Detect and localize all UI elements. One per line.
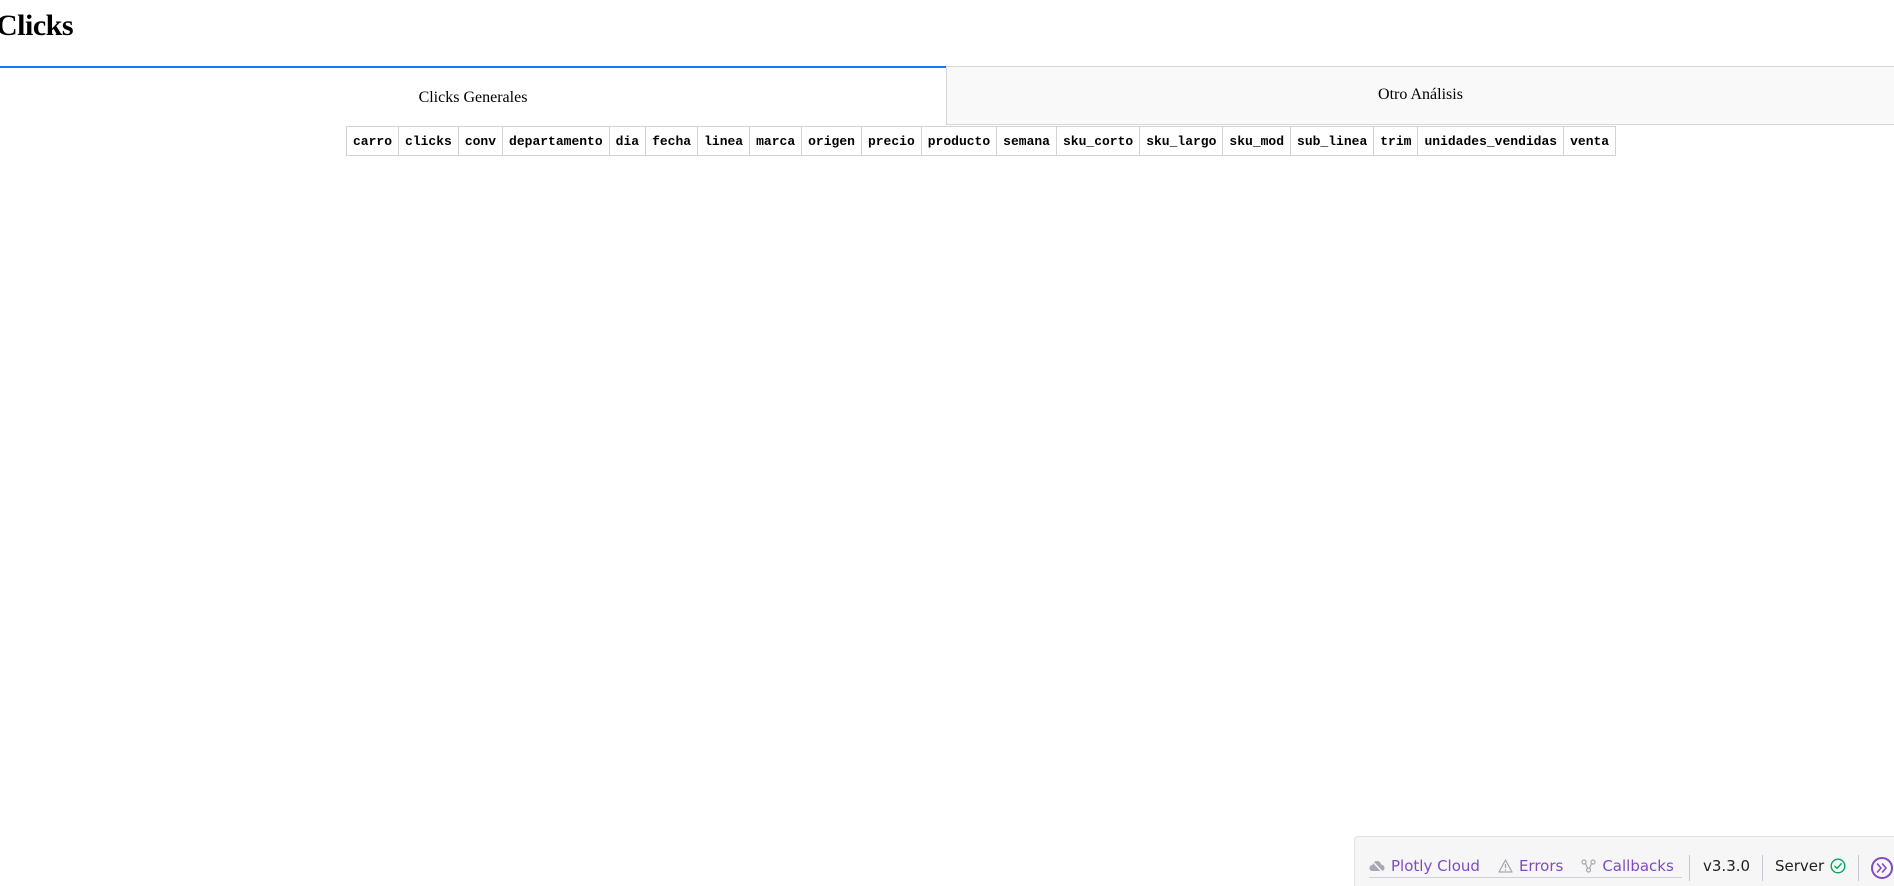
version-label: v3.3.0 (1703, 857, 1751, 875)
column-header-dia[interactable]: dia (608, 126, 647, 156)
column-header-unidades-vendidas[interactable]: unidades_vendidas (1417, 126, 1565, 156)
column-header-semana[interactable]: semana (996, 126, 1057, 156)
column-header-departamento[interactable]: departamento (502, 126, 610, 156)
callbacks-label: Callbacks (1602, 857, 1674, 875)
column-header-clicks[interactable]: clicks (398, 126, 459, 156)
plotly-cloud-label: Plotly Cloud (1391, 857, 1480, 875)
column-header-carro[interactable]: carro (345, 126, 400, 156)
column-header-conv[interactable]: conv (457, 126, 504, 156)
warning-icon (1498, 859, 1513, 873)
data-table: carro clicks conv departamento dia fecha linea… (345, 126, 1617, 156)
dash-debug-menu: Plotly Cloud Errors Callbacks v3.3.0 Ser… (1354, 836, 1894, 886)
errors-button[interactable]: Errors (1498, 857, 1563, 875)
check-circle-icon (1830, 858, 1846, 874)
divider (1689, 855, 1690, 881)
column-header-fecha[interactable]: fecha (645, 126, 699, 156)
column-header-venta[interactable]: venta (1563, 126, 1617, 156)
column-header-sku-mod[interactable]: sku_mod (1222, 126, 1292, 156)
callbacks-button[interactable]: Callbacks (1581, 857, 1674, 875)
column-header-linea[interactable]: linea (697, 126, 751, 156)
errors-label: Errors (1518, 857, 1564, 875)
double-chevron-right-icon (1876, 863, 1887, 873)
server-status: Server (1775, 857, 1846, 875)
column-header-sku-largo[interactable]: sku_largo (1139, 126, 1224, 156)
divider (1762, 855, 1763, 881)
tab-label: Otro Análisis (1378, 85, 1463, 103)
divider (1858, 855, 1859, 881)
data-table-container: carro clicks conv departamento dia fecha linea… (345, 126, 1617, 156)
table-header-row: carro clicks conv departamento dia fecha linea… (345, 126, 1617, 156)
tab-otro-analisis[interactable]: Otro Análisis (946, 66, 1894, 125)
column-header-origen[interactable]: origen (801, 126, 862, 156)
cloud-icon (1369, 860, 1385, 872)
collapse-debug-menu-button[interactable] (1871, 857, 1893, 879)
tab-clicks-generales[interactable]: Clicks Generales (0, 66, 946, 125)
debug-menu-items: Plotly Cloud Errors Callbacks (1369, 857, 1682, 878)
page-title: Clicks (0, 9, 74, 42)
tab-label: Clicks Generales (418, 88, 528, 106)
column-header-producto[interactable]: producto (920, 126, 998, 156)
column-header-precio[interactable]: precio (860, 126, 922, 156)
plotly-cloud-button[interactable]: Plotly Cloud (1369, 857, 1480, 875)
column-header-sub-linea[interactable]: sub_linea (1290, 126, 1375, 156)
tab-bar: Clicks Generales Otro Análisis (0, 66, 1894, 125)
server-label: Server (1775, 857, 1825, 875)
column-header-trim[interactable]: trim (1373, 126, 1419, 156)
column-header-sku-corto[interactable]: sku_corto (1055, 126, 1141, 156)
column-header-marca[interactable]: marca (749, 126, 803, 156)
callback-graph-icon (1581, 859, 1596, 873)
